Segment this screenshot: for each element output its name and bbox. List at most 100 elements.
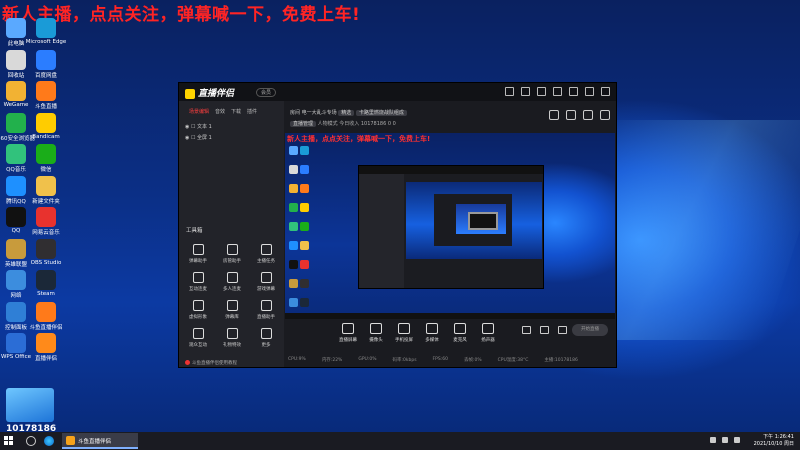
tool-item[interactable]: 房管助手	[217, 244, 247, 264]
status-item: 内存:22%	[321, 358, 343, 363]
desktop-icon-label: 网易云音乐	[32, 230, 60, 236]
tutorial-notice[interactable]: 斗鱼直播伴侣使用教程	[185, 360, 237, 366]
source-control-button[interactable]: 麦克风	[446, 323, 474, 343]
app-window[interactable]: 直播伴侣 会员 场景编辑 音效 下载 插件 ◉ ☐ 文本 1 ◉ ☐ 全屏 1 …	[179, 83, 616, 367]
preview-app-icon	[300, 241, 309, 250]
tool-item[interactable]: 主播任务	[251, 244, 281, 264]
source-control-icon	[342, 323, 354, 334]
desktop-icon[interactable]: Steam	[20, 270, 72, 297]
tool-icon	[226, 272, 238, 283]
desktop-icon[interactable]: 微信	[20, 144, 72, 173]
stream-preview[interactable]: 新人主播，点点关注，弹幕喊一下，免费上车!	[285, 133, 615, 319]
live-controls	[522, 326, 567, 334]
maximize-icon[interactable]	[585, 87, 594, 96]
desktop-icon[interactable]: 网易云音乐	[20, 207, 72, 236]
tool-icon	[226, 300, 238, 311]
desktop-icon[interactable]: 斗鱼直播伴侣	[20, 301, 72, 331]
tool-item[interactable]: 礼物特效	[217, 328, 247, 348]
volume-icon[interactable]	[722, 437, 728, 443]
clock-time: 下午 1:26:41	[763, 434, 794, 440]
tool-item[interactable]: 观众互动	[183, 328, 213, 348]
source-control-label: 直播屏幕	[339, 338, 357, 343]
tool-item[interactable]: 游戏弹幕	[251, 272, 281, 292]
tool-icon	[226, 328, 238, 339]
source-control-label: 手机投屏	[395, 338, 413, 343]
desktop-icon[interactable]: 新建文件夹	[20, 175, 72, 205]
tool-item[interactable]: 更多	[251, 328, 281, 348]
preview-app-icon	[289, 279, 298, 288]
source-control-button[interactable]: 多媒体	[418, 323, 446, 343]
source-control-icon	[426, 323, 438, 334]
go-live-button[interactable]: 开始直播	[572, 324, 608, 336]
tab-plugins[interactable]: 插件	[247, 108, 257, 115]
tool-label: 房管助手	[223, 259, 241, 264]
preview-taskbar	[285, 313, 615, 319]
source-control-button[interactable]: 手机投屏	[390, 323, 418, 343]
source-control-button[interactable]: 摄像头	[362, 323, 390, 343]
source-item[interactable]: ◉ ☐ 文本 1	[185, 123, 212, 130]
stream-tag[interactable]: 精选	[338, 110, 355, 116]
source-control-icon	[398, 323, 410, 334]
app-icon	[36, 175, 56, 196]
tool-icon	[192, 328, 204, 339]
tab-download[interactable]: 下载	[231, 108, 241, 115]
settings-icon[interactable]	[537, 87, 546, 96]
message-icon[interactable]	[521, 87, 530, 96]
tool-label: 互动连麦	[189, 287, 207, 292]
vip-badge[interactable]: 会员	[256, 88, 277, 97]
tab-scene-edit[interactable]: 场景编辑	[189, 108, 209, 115]
tool-item[interactable]: 弹幕助手	[183, 244, 213, 264]
network-icon[interactable]	[710, 437, 716, 443]
delete-icon[interactable]	[566, 110, 576, 120]
taskbar-clock[interactable]: 下午 1:26:41 2021/10/10 周日	[754, 434, 794, 448]
share-icon[interactable]	[600, 110, 610, 120]
minimize-icon[interactable]	[569, 87, 578, 96]
app-icon	[36, 333, 56, 353]
status-item: 主播:10178186	[544, 358, 578, 363]
desktop-icon[interactable]: 斗鱼直播	[20, 81, 72, 110]
menu-icon[interactable]	[553, 87, 562, 96]
tool-item[interactable]: 虚拟形象	[183, 300, 213, 320]
desktop-icon[interactable]: 直播伴侣	[20, 333, 72, 362]
ime-icon[interactable]	[734, 437, 740, 443]
record-icon[interactable]	[522, 326, 531, 334]
desktop-icon-label: 百度网盘	[34, 72, 57, 79]
tab-sound[interactable]: 音效	[215, 108, 225, 115]
status-item: 码率:0kbps	[392, 358, 417, 363]
tool-item[interactable]: 多人连麦	[217, 272, 247, 292]
source-control-button[interactable]: 扬声器	[474, 323, 502, 343]
tool-label: 多人连麦	[223, 287, 241, 292]
tool-item[interactable]: 直播助手	[251, 300, 281, 320]
desktop-icon[interactable]: OBS Studio	[20, 238, 72, 266]
live-settings-icon[interactable]	[558, 326, 567, 334]
desktop-icon[interactable]: 百度网盘	[20, 49, 72, 79]
status-item: CPU:9%	[288, 357, 306, 362]
desktop-icon-label: Microsoft Edge	[25, 39, 67, 45]
source-item[interactable]: ◉ ☐ 全屏 1	[185, 134, 212, 141]
source-control-label: 扬声器	[481, 338, 495, 343]
camera-toggle-icon[interactable]	[540, 326, 549, 334]
stream-manage-tag[interactable]: 直播管理	[290, 121, 317, 127]
close-icon[interactable]	[601, 87, 610, 96]
gift-icon[interactable]	[583, 110, 593, 120]
preview-app-icon	[300, 260, 309, 269]
stream-title[interactable]: 电一大乱斗专场	[302, 110, 337, 116]
source-control-button[interactable]: 直播屏幕	[334, 323, 362, 343]
skin-icon[interactable]	[505, 87, 514, 96]
tool-item[interactable]: 互动连麦	[183, 272, 213, 292]
preview-app-icon	[289, 184, 298, 193]
status-bar: CPU:9% 内存:22% GPU:0% 码率:0kbps FPS:60 丢帧:0% CPU…	[288, 357, 578, 363]
start-button[interactable]	[4, 436, 13, 445]
tool-label: 主播任务	[257, 259, 275, 264]
window-controls	[505, 87, 610, 96]
taskbar-active-app[interactable]: 斗鱼直播伴侣	[62, 433, 138, 449]
edge-icon[interactable]	[44, 436, 54, 446]
desktop-icon[interactable]: Bandicam	[20, 112, 72, 140]
search-icon[interactable]	[26, 436, 36, 446]
stream-category[interactable]: 卡路里燃烧战队组成	[355, 110, 407, 116]
lock-icon[interactable]	[549, 110, 559, 120]
desktop-icon[interactable]: Microsoft Edge	[20, 18, 72, 45]
app-titlebar[interactable]: 直播伴侣 会员	[179, 83, 616, 101]
preview-desktop-icons	[287, 143, 313, 319]
tool-item[interactable]: 弹幕库	[217, 300, 247, 320]
